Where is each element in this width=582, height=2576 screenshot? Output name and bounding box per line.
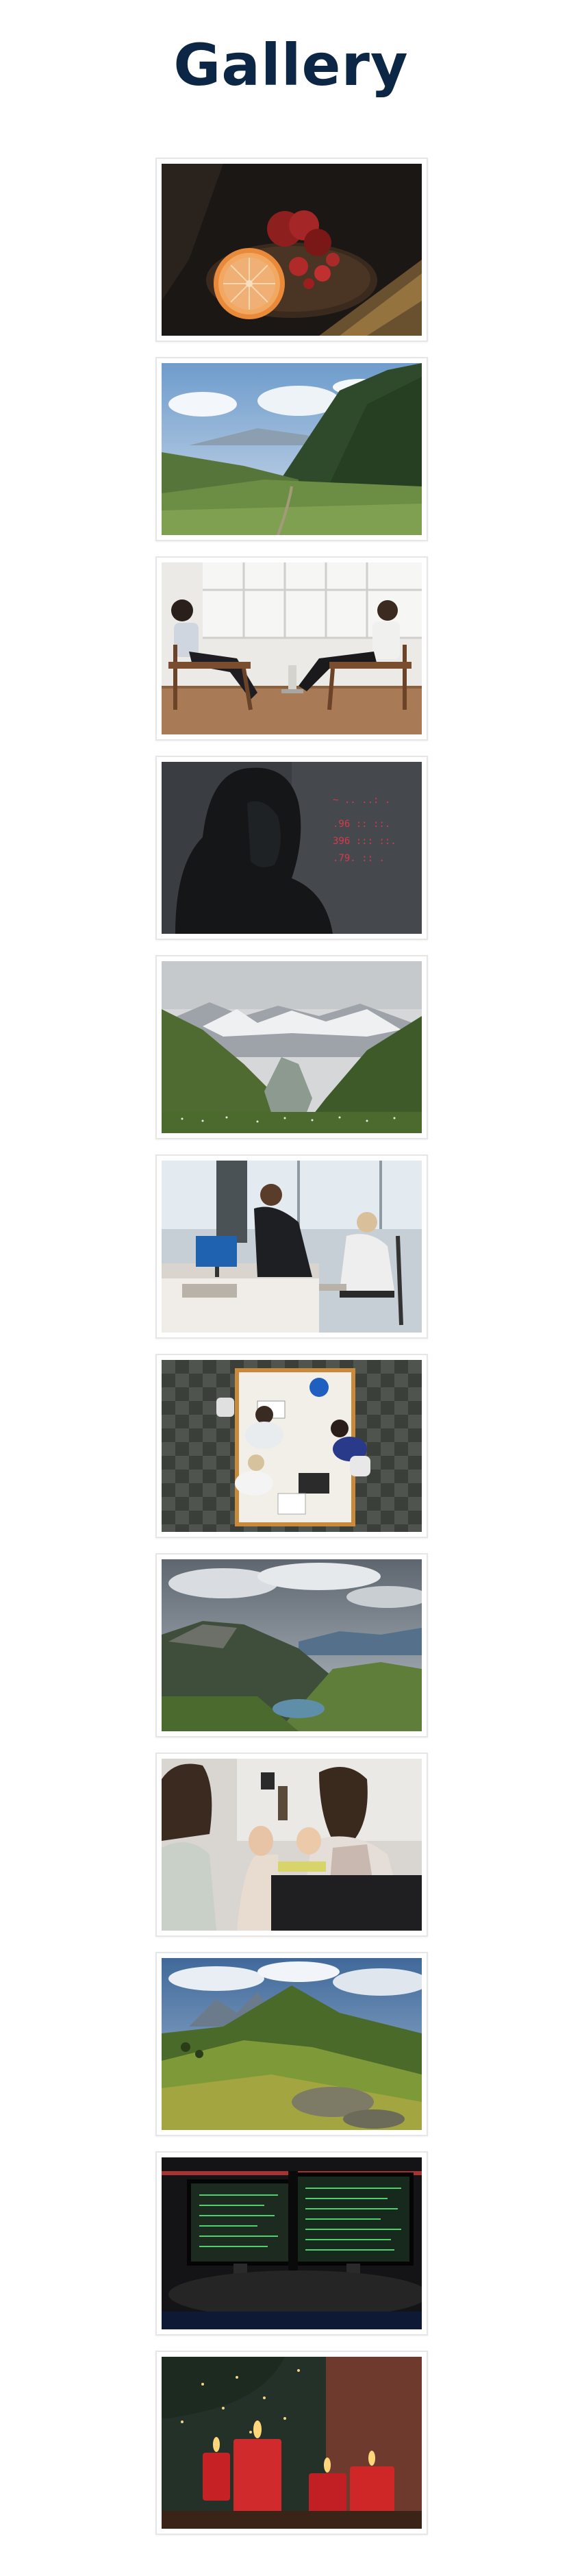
gallery-item[interactable] [155, 2351, 428, 2535]
gallery-list: ~ .. ..: . .96 :: ::. 396 ::: ::. .79. :… [155, 158, 428, 2550]
photo-mountain-lake [162, 1559, 422, 1731]
svg-text:.96 :: ::.: .96 :: ::. [333, 819, 390, 830]
photo-mountain-valley-meadow [162, 363, 422, 535]
gallery-item[interactable] [155, 158, 428, 342]
svg-text:396 ::: ::.: 396 ::: ::. [333, 836, 396, 847]
photo-therapy-session [162, 562, 422, 734]
photo-snowy-mountain-valley [162, 961, 422, 1133]
photo-hooded-hacker: ~ .. ..: . .96 :: ::. 396 ::: ::. .79. :… [162, 762, 422, 934]
svg-text:.79. :: .: .79. :: . [333, 853, 385, 864]
gallery-item[interactable] [155, 955, 428, 1139]
gallery-item[interactable] [155, 1354, 428, 1538]
gallery-item[interactable] [155, 1553, 428, 1737]
gallery-item[interactable] [155, 556, 428, 741]
photo-grapefruit-pomegranate [162, 164, 422, 336]
gallery-item[interactable] [155, 357, 428, 541]
photo-red-candles [162, 2357, 422, 2529]
photo-green-mountain-slopes [162, 1958, 422, 2130]
gallery-item[interactable] [155, 2151, 428, 2336]
gallery-item[interactable] [155, 1952, 428, 2136]
photo-office-meeting [162, 1161, 422, 1333]
photo-overhead-desk-team [162, 1360, 422, 1532]
svg-text:~ .. ..: .: ~ .. ..: . [333, 795, 390, 806]
photo-trading-monitors [162, 2157, 422, 2329]
page-title: Gallery [173, 32, 409, 99]
gallery-item[interactable]: ~ .. ..: . .96 :: ::. 396 ::: ::. .79. :… [155, 756, 428, 940]
gallery-item[interactable] [155, 1154, 428, 1339]
photo-conversation-women [162, 1759, 422, 1931]
gallery-item[interactable] [155, 1753, 428, 1937]
